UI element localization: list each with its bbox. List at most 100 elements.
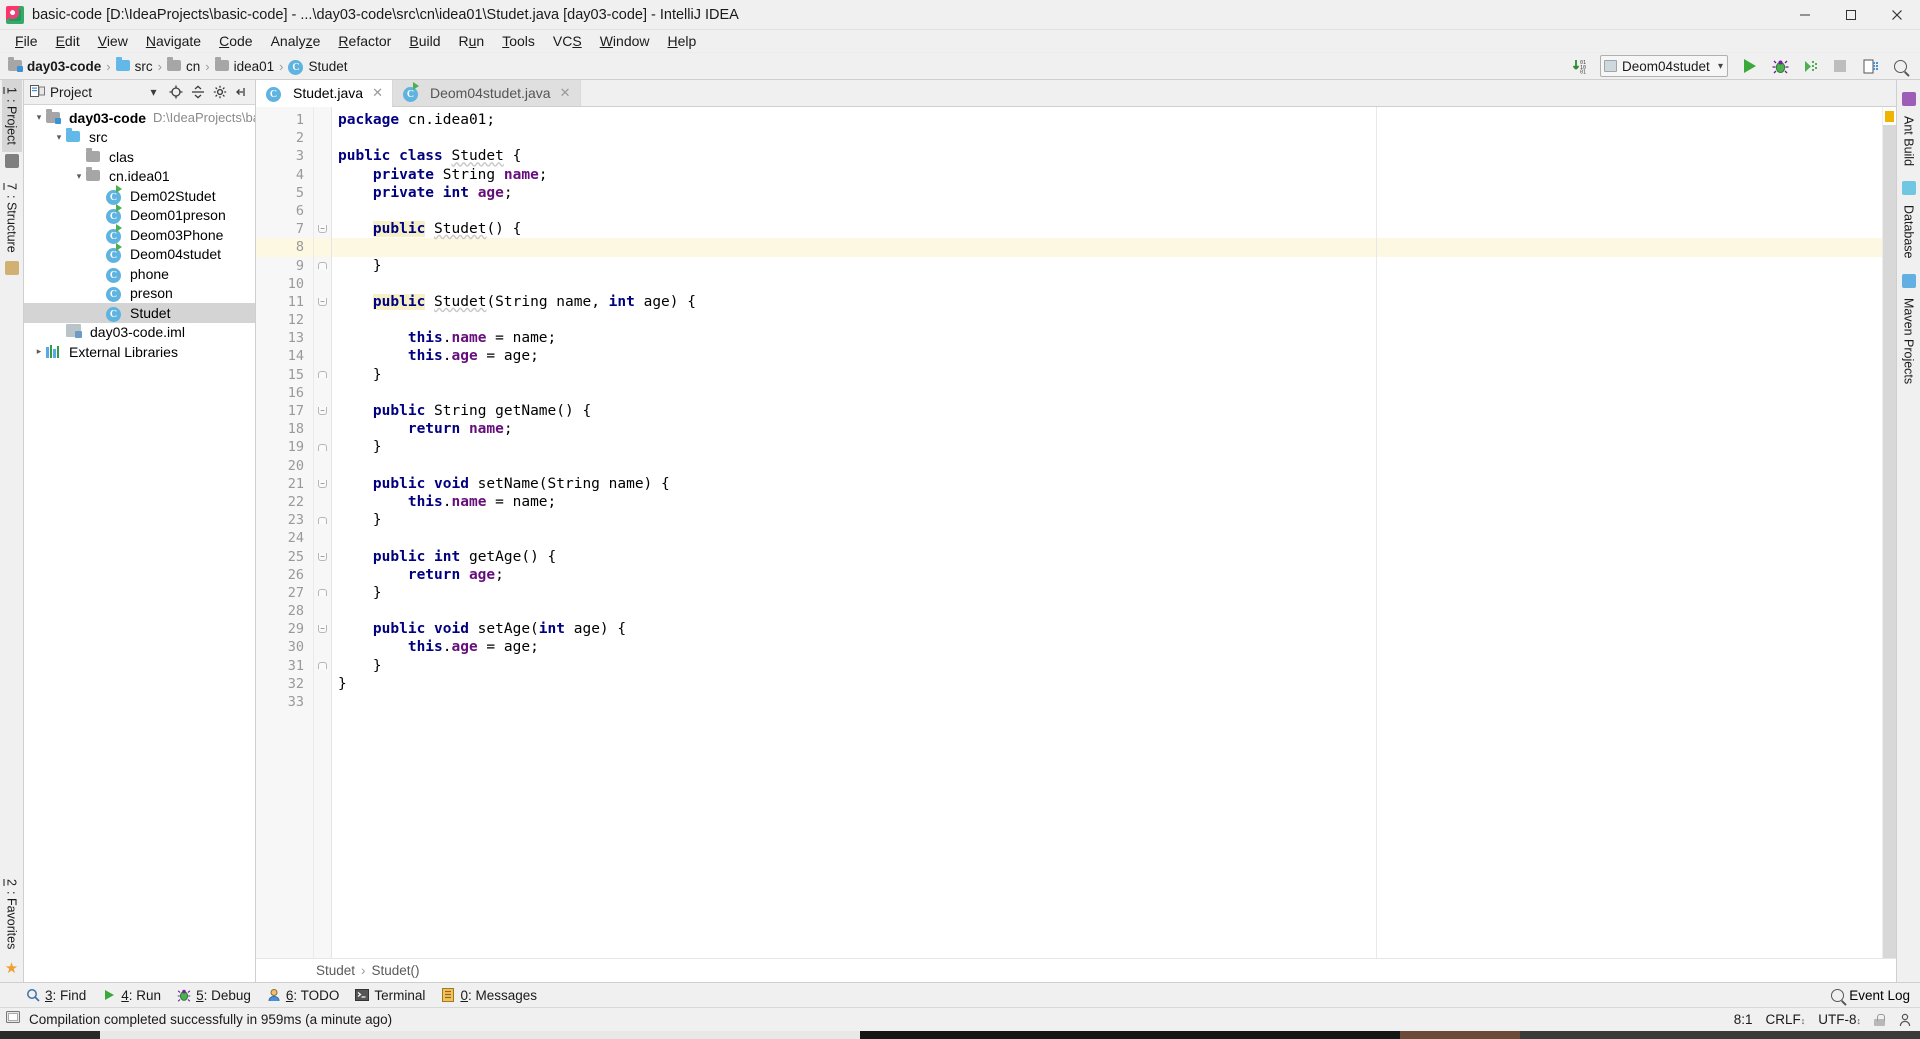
chevron-down-icon[interactable]: ▾ [72, 171, 86, 182]
fold-marker[interactable] [314, 257, 331, 275]
fold-end-icon[interactable] [318, 589, 327, 597]
collapse-all-icon[interactable] [188, 83, 207, 102]
maximize-button[interactable] [1828, 0, 1874, 30]
rail-tab-maven-projects[interactable]: Maven Projects [1899, 291, 1919, 391]
rail-tab-favorites[interactable]: 2: Favorites [2, 872, 22, 956]
tool-window-button-todo[interactable]: 6: TODO [267, 988, 339, 1003]
rail-tab-structure[interactable]: 7: Structure [2, 176, 22, 260]
gear-icon[interactable] [210, 83, 229, 102]
fold-marker[interactable] [314, 366, 331, 384]
menu-analyze[interactable]: Analyze [262, 30, 330, 53]
fold-marker[interactable]: − [314, 620, 331, 638]
editor-area[interactable]: 1 2 3 4 5 6 7 8 9 10 11 12 13 14 15 16 17 18 19 20 21 22 23 24 2… [256, 107, 1896, 958]
stop-icon[interactable] [1826, 54, 1854, 78]
run-configuration-selector[interactable]: Deom04studet ▾ [1600, 55, 1728, 77]
editor-breadcrumb[interactable]: Studet › Studet() [256, 958, 1896, 982]
run-with-coverage-icon[interactable] [1796, 54, 1824, 78]
code-folding-gutter[interactable]: − − − − − − [314, 107, 332, 958]
rail-tab-project[interactable]: 1: Project [1, 80, 22, 152]
fold-collapse-icon[interactable]: − [318, 407, 327, 416]
fold-marker[interactable]: − [314, 293, 331, 311]
fold-end-icon[interactable] [318, 371, 327, 379]
tool-window-button-find[interactable]: 3: Find [26, 988, 86, 1003]
close-icon[interactable]: ✕ [560, 85, 571, 101]
breadcrumb-item-cn[interactable]: cn [166, 56, 200, 74]
fold-marker[interactable]: − [314, 402, 331, 420]
tool-window-button-run[interactable]: 4: Run [102, 988, 161, 1003]
tree-item-deom01preson[interactable]: C Deom01preson [24, 204, 255, 226]
editor-breadcrumb-studet[interactable]: Studet [316, 963, 355, 978]
breadcrumb-item-src[interactable]: src [115, 56, 153, 74]
fold-marker[interactable] [314, 584, 331, 602]
fold-marker[interactable] [314, 511, 331, 529]
menu-window[interactable]: Window [591, 30, 659, 53]
menu-help[interactable]: Help [659, 30, 706, 53]
run-icon[interactable] [1736, 54, 1764, 78]
fold-marker[interactable]: − [314, 475, 331, 493]
fold-marker[interactable]: − [314, 548, 331, 566]
menu-navigate[interactable]: Navigate [137, 30, 210, 53]
chevron-right-icon[interactable]: ▸ [32, 346, 46, 357]
tool-window-button-debug[interactable]: 5: Debug [177, 988, 251, 1003]
tree-item-phone[interactable]: Cphone [24, 264, 255, 284]
caret-position[interactable]: 8:1 [1734, 1012, 1753, 1027]
rail-tab-ant-build[interactable]: Ant Build [1899, 109, 1919, 173]
fold-collapse-icon[interactable]: − [318, 552, 327, 561]
chevron-down-icon[interactable]: ▾ [32, 112, 46, 123]
tree-item-cn-idea01[interactable]: ▾ cn.idea01 [24, 167, 255, 187]
debug-icon[interactable] [1766, 54, 1794, 78]
tree-item-day03-code-iml[interactable]: day03-code.iml [24, 323, 255, 343]
menu-build[interactable]: Build [400, 30, 449, 53]
menu-view[interactable]: View [89, 30, 137, 53]
inspection-profile-icon[interactable] [1898, 1013, 1912, 1027]
read-only-lock-icon[interactable] [1874, 1013, 1885, 1026]
fold-end-icon[interactable] [318, 662, 327, 670]
editor-scrollbar[interactable] [1883, 125, 1896, 958]
menu-vcs[interactable]: VCS [544, 30, 591, 53]
tree-item-dem02studet[interactable]: C Dem02Studet [24, 184, 255, 206]
fold-end-icon[interactable] [318, 443, 327, 451]
editor-tab-deom04studet-java[interactable]: C Deom04studet.java ✕ [392, 80, 581, 106]
compile-icon[interactable]: 01 10 01 [1566, 54, 1594, 78]
fold-collapse-icon[interactable]: − [318, 479, 327, 488]
close-icon[interactable]: ✕ [372, 85, 383, 101]
menu-edit[interactable]: Edit [47, 30, 89, 53]
breadcrumb-item-idea01[interactable]: idea01 [214, 56, 274, 74]
tree-item-deom04studet[interactable]: C Deom04studet [24, 243, 255, 265]
fold-collapse-icon[interactable]: − [318, 625, 327, 634]
minimize-button[interactable] [1782, 0, 1828, 30]
close-button[interactable] [1874, 0, 1920, 30]
menu-file[interactable]: File [6, 30, 47, 53]
tree-item-deom03phone[interactable]: C Deom03Phone [24, 223, 255, 245]
editor-marker-bar[interactable] [1882, 107, 1896, 958]
menu-code[interactable]: Code [210, 30, 261, 53]
tree-item-day03-code[interactable]: ▾ day03-code D:\IdeaProjects\ba [24, 108, 255, 128]
fold-marker[interactable]: − [314, 220, 331, 238]
editor-breadcrumb-studet-[interactable]: Studet() [372, 963, 420, 978]
fold-end-icon[interactable] [318, 516, 327, 524]
tool-window-button-terminal[interactable]: Terminal [355, 988, 425, 1003]
layout-icon[interactable] [1856, 54, 1884, 78]
chevron-down-icon[interactable]: ▾ [52, 132, 66, 143]
tree-item-studet[interactable]: C Studet [24, 303, 255, 323]
fold-end-icon[interactable] [318, 262, 327, 270]
inspection-status-marker[interactable] [1885, 111, 1894, 122]
menu-run[interactable]: Run [450, 30, 494, 53]
tree-item-preson[interactable]: Cpreson [24, 284, 255, 304]
menu-refactor[interactable]: Refactor [329, 30, 400, 53]
event-log-button[interactable]: Event Log [1831, 988, 1920, 1003]
breadcrumb-item-day03-code[interactable]: day03-code [8, 56, 101, 74]
search-icon[interactable] [1886, 54, 1914, 78]
fold-collapse-icon[interactable]: − [318, 225, 327, 234]
tree-item-external-libraries[interactable]: ▸ External Libraries [24, 342, 255, 362]
fold-collapse-icon[interactable]: − [318, 297, 327, 306]
chevron-down-icon[interactable]: ▾ [144, 83, 163, 102]
rail-tab-database[interactable]: Database [1899, 198, 1919, 266]
hide-icon[interactable] [232, 83, 251, 102]
line-separator-indicator[interactable]: CRLF↕ [1765, 1012, 1805, 1027]
menu-tools[interactable]: Tools [493, 30, 544, 53]
tree-item-src[interactable]: ▾ src [24, 128, 255, 148]
breadcrumb-item-studet[interactable]: C Studet [288, 58, 348, 75]
code-editor[interactable]: package cn.idea01; public class Studet {… [332, 107, 1882, 958]
locate-icon[interactable] [166, 83, 185, 102]
